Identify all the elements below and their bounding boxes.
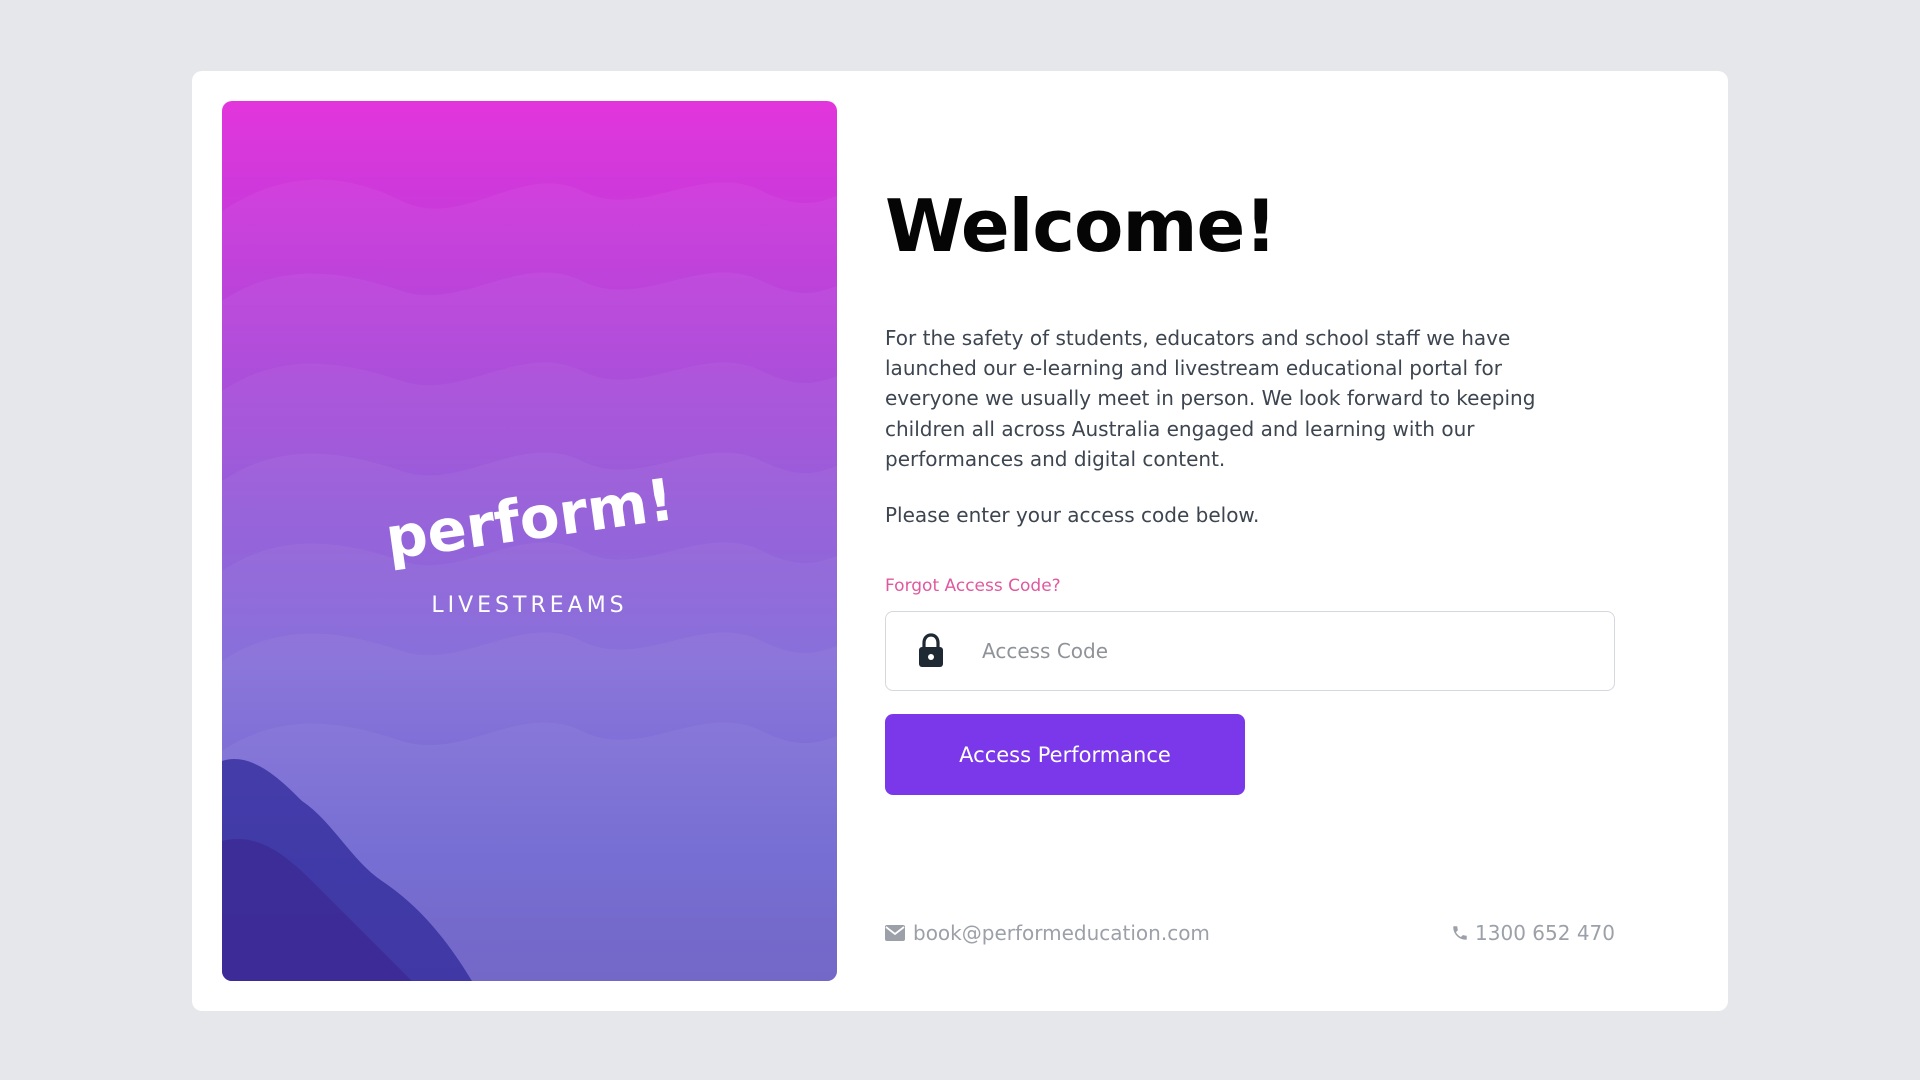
mail-icon	[885, 925, 905, 941]
page-title: Welcome!	[885, 184, 1277, 268]
phone-icon	[1453, 926, 1467, 940]
perform-logo: perform!	[385, 465, 675, 571]
login-card: perform! LIVESTREAMS Welcome! For the sa…	[192, 71, 1728, 1011]
contact-email: book@performeducation.com	[885, 921, 1210, 945]
contact-phone: 1300 652 470	[1451, 921, 1615, 945]
logo-subtitle: LIVESTREAMS	[431, 593, 628, 618]
contact-phone-text[interactable]: 1300 652 470	[1475, 921, 1615, 945]
contact-email-text[interactable]: book@performeducation.com	[913, 921, 1210, 945]
intro-text: For the safety of students, educators an…	[885, 326, 1536, 471]
access-prompt: Please enter your access code below.	[885, 503, 1260, 527]
login-form-panel: Welcome! For the safety of students, edu…	[885, 71, 1615, 1011]
access-code-field[interactable]	[885, 611, 1615, 691]
hero-panel: perform! LIVESTREAMS	[222, 101, 837, 981]
lock-icon	[919, 633, 943, 667]
forgot-access-code-link[interactable]: Forgot Access Code?	[885, 576, 1061, 596]
access-performance-button[interactable]: Access Performance	[885, 714, 1245, 795]
access-code-input[interactable]	[982, 612, 1582, 689]
logo-text: perform!	[385, 465, 675, 571]
brand-logo: perform! LIVESTREAMS	[222, 461, 837, 618]
